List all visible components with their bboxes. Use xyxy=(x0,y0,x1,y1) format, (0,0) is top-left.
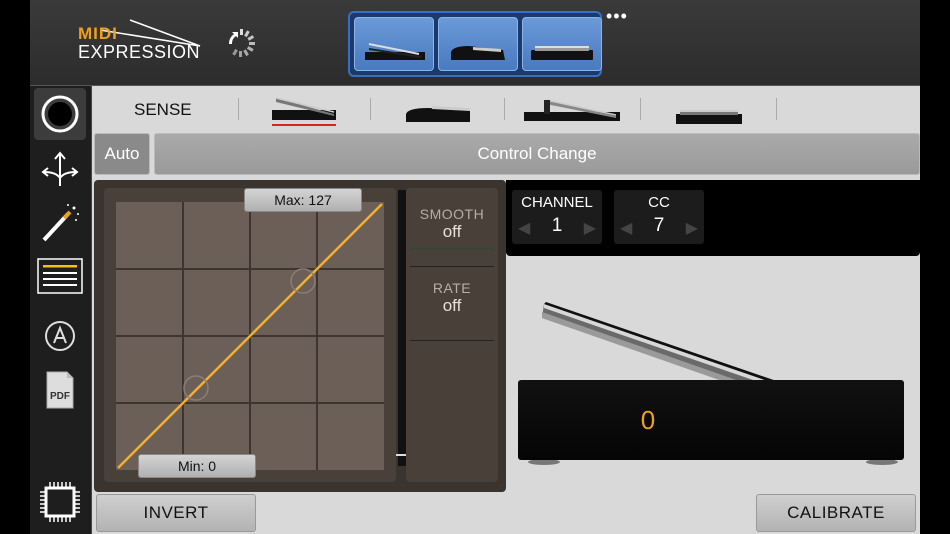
pedal-type-selector xyxy=(348,11,602,77)
response-curve-graph: Max: 127 Min: 0 xyxy=(104,188,396,482)
channel-increment-button[interactable]: ▶ xyxy=(584,218,596,238)
max-value-label[interactable]: Max: 127 xyxy=(244,188,362,212)
tab-divider xyxy=(504,98,505,120)
sustain-pedal-icon xyxy=(406,106,470,122)
switch-pedal-icon xyxy=(531,46,593,60)
pdf-icon-text: PDF xyxy=(50,391,70,402)
sidebar-item-pdf[interactable]: PDF xyxy=(34,364,86,416)
sustain-pedal-icon xyxy=(451,46,505,60)
header-bar: MIDI EXPRESSION ••• xyxy=(30,0,920,86)
param-divider xyxy=(410,248,494,249)
app-window: MIDI EXPRESSION ••• PDF SENSE Auto Contr… xyxy=(30,0,920,534)
tab-divider xyxy=(370,98,371,120)
bottom-bar: INVERT CALIBRATE xyxy=(92,492,920,534)
expression-pedal-icon xyxy=(365,43,425,60)
sidebar-item-auto[interactable] xyxy=(34,310,86,362)
more-menu-button[interactable]: ••• xyxy=(606,6,628,27)
auto-button[interactable]: Auto xyxy=(94,133,150,175)
tab-sustain-pedal[interactable] xyxy=(402,92,474,130)
sidebar-item-wand[interactable] xyxy=(34,196,86,248)
tab-expression-pedal-alt[interactable] xyxy=(520,92,624,130)
app-logo: MIDI EXPRESSION xyxy=(78,18,208,66)
pedal-type-switch-button[interactable] xyxy=(522,17,602,71)
rate-label: RATE xyxy=(432,280,472,296)
tab-switch-pedal[interactable] xyxy=(672,92,744,130)
sidebar-item-routing[interactable] xyxy=(34,142,86,194)
routing-arrows-icon xyxy=(41,151,79,186)
curve-panel: Max: 127 Min: 0 SMOOTH off RATE off xyxy=(94,180,506,492)
tab-divider xyxy=(640,98,641,120)
magic-wand-icon xyxy=(42,204,79,242)
rate-value: off xyxy=(442,296,462,315)
rate-control[interactable]: RATE off xyxy=(406,280,498,316)
message-type-selector[interactable]: Control Change xyxy=(154,133,920,175)
sidebar-item-list[interactable] xyxy=(34,250,86,302)
sync-icon[interactable] xyxy=(226,28,256,58)
main-content: SENSE Auto Control Change Max: 127 Min: … xyxy=(92,86,920,534)
channel-decrement-button[interactable]: ◀ xyxy=(518,218,530,238)
chip-icon xyxy=(40,482,80,522)
sense-tab-bar: SENSE xyxy=(92,86,920,132)
curve-plot[interactable] xyxy=(116,202,384,470)
pedal-visual: 0 xyxy=(506,256,920,492)
pedal-base: 0 xyxy=(518,380,904,460)
logo-line2: EXPRESSION xyxy=(78,42,201,62)
cc-label: CC xyxy=(648,194,670,211)
switch-pedal-icon xyxy=(676,110,742,124)
calibrate-button[interactable]: CALIBRATE xyxy=(756,494,916,532)
sidebar-item-record[interactable] xyxy=(34,88,86,140)
param-divider xyxy=(410,340,494,341)
curve-grid xyxy=(116,202,384,470)
tab-divider xyxy=(238,98,239,120)
curve-handle-high[interactable] xyxy=(290,268,316,294)
invert-button[interactable]: INVERT xyxy=(96,494,256,532)
tab-divider xyxy=(776,98,777,120)
cc-decrement-button[interactable]: ◀ xyxy=(620,218,632,238)
pedal-type-sustain-button[interactable] xyxy=(438,17,518,71)
channel-control: CHANNEL 1 ◀ ▶ xyxy=(512,190,602,244)
mode-row: Auto Control Change xyxy=(94,133,920,177)
sidebar: PDF xyxy=(30,86,92,534)
smooth-value: off xyxy=(442,222,462,241)
smooth-label: SMOOTH xyxy=(419,206,485,222)
a-circle-icon xyxy=(45,321,75,351)
pdf-icon: PDF xyxy=(46,371,74,409)
cc-control: CC 7 ◀ ▶ xyxy=(614,190,704,244)
tab-expression-pedal[interactable] xyxy=(270,92,340,130)
params-panel: SMOOTH off RATE off xyxy=(406,188,498,482)
pedal-value-display: 0 xyxy=(640,404,656,435)
pedal-type-expression-button[interactable] xyxy=(354,17,434,71)
min-value-label[interactable]: Min: 0 xyxy=(138,454,256,478)
cc-increment-button[interactable]: ▶ xyxy=(686,218,698,238)
tab-sense[interactable]: SENSE xyxy=(134,100,192,120)
expression-pedal-alt-icon xyxy=(524,99,620,121)
logo-line1: MIDI xyxy=(78,24,118,43)
midi-settings-box: CHANNEL 1 ◀ ▶ CC 7 ◀ ▶ xyxy=(506,180,920,256)
sidebar-item-chip[interactable] xyxy=(34,476,86,528)
list-icon xyxy=(37,258,83,294)
smooth-control[interactable]: SMOOTH off xyxy=(406,206,498,242)
curve-handle-low[interactable] xyxy=(183,375,209,401)
param-divider xyxy=(410,266,494,267)
record-icon xyxy=(41,95,79,133)
curve-divider xyxy=(398,190,406,466)
expression-pedal-icon xyxy=(272,97,336,126)
channel-label: CHANNEL xyxy=(521,194,593,211)
